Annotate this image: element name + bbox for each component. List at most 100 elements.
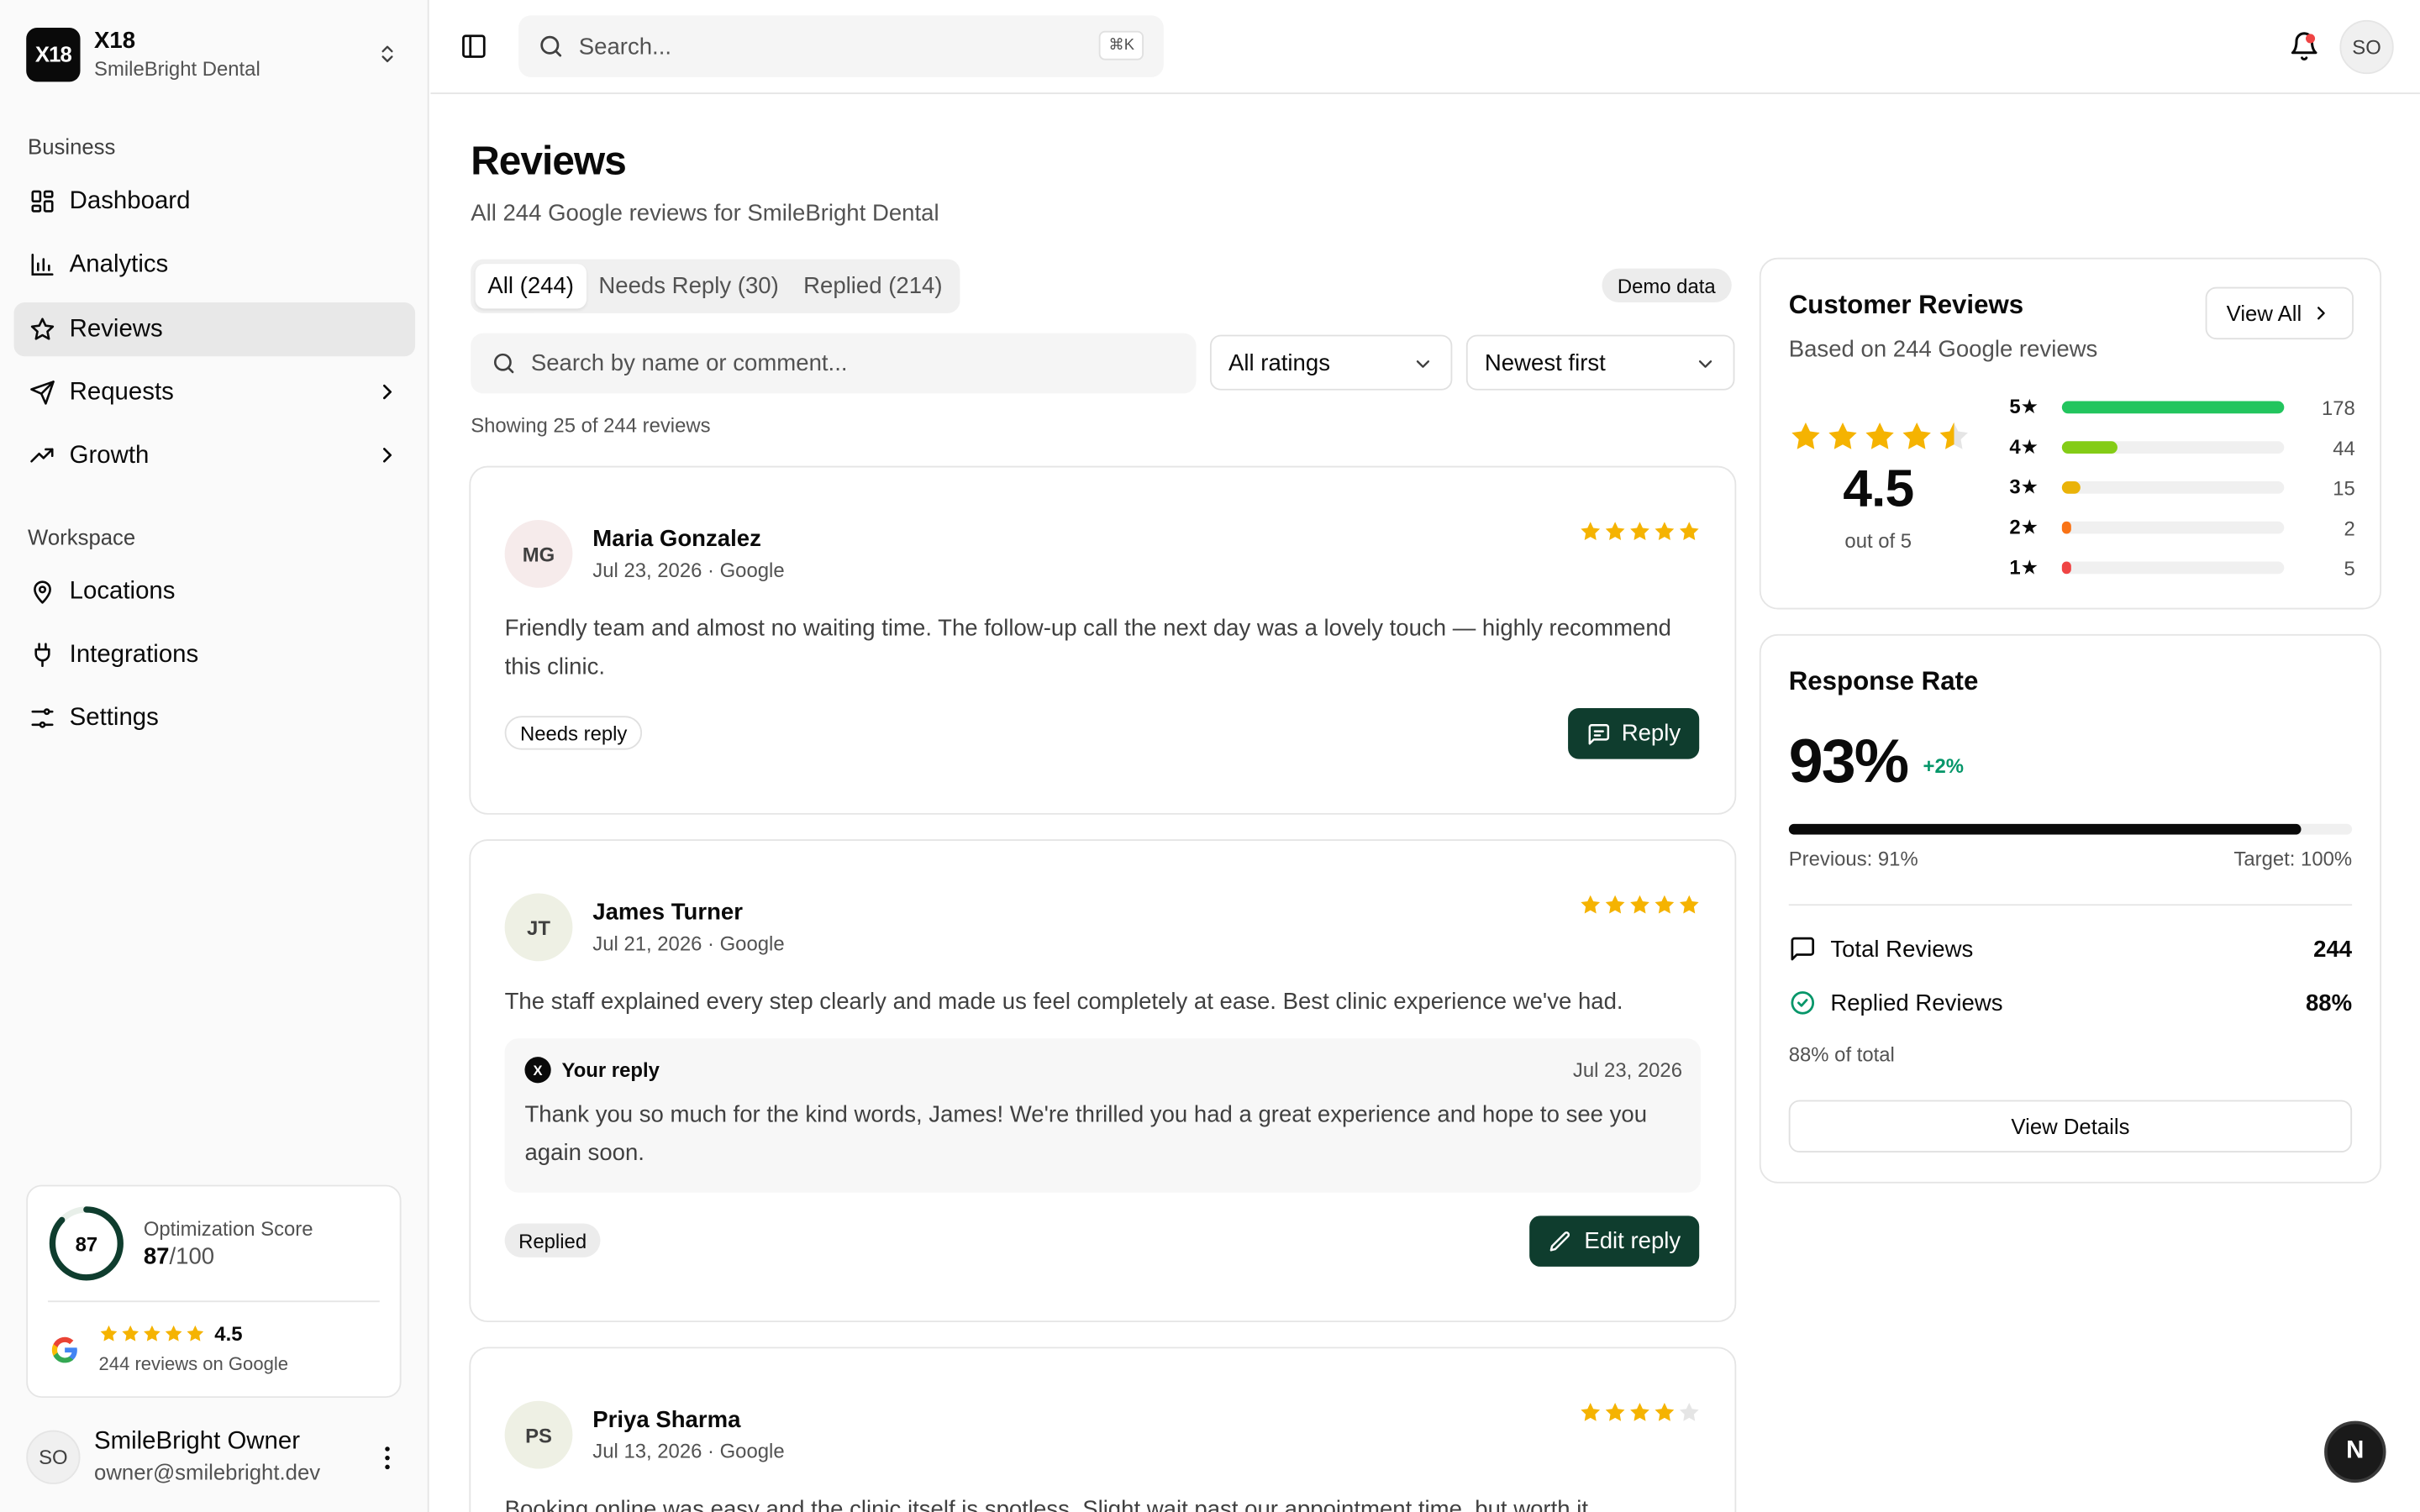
distribution-label: 5★ (2009, 395, 2039, 418)
star-icon (1630, 522, 1649, 540)
sidebar-item-reviews[interactable]: Reviews (13, 302, 416, 357)
sidebar-item-label: Growth (69, 442, 150, 469)
replied-reviews-stat: Replied Reviews 88% (1789, 987, 2352, 1018)
results-count: Showing 25 of 244 reviews (471, 413, 711, 437)
sidebar-item-label: Integrations (69, 641, 199, 668)
search-icon (540, 35, 562, 57)
pencil-icon (1550, 1231, 1570, 1251)
tab-all[interactable]: All (244) (475, 264, 587, 309)
tab-replied[interactable]: Replied (214) (791, 264, 955, 308)
review-text: Booking online was easy and the clinic i… (504, 1496, 1595, 1512)
review-stars (1579, 520, 1701, 543)
review-meta: Jul 21, 2026 · Google (592, 932, 785, 955)
sidebar-item-locations[interactable]: Locations (14, 564, 416, 618)
previous-rate: Previous: 91% (1788, 847, 1918, 870)
star-icon (1791, 422, 1820, 449)
panel-subtitle: Based on 244 Google reviews (1788, 336, 2098, 363)
reviewer-name: Maria Gonzalez (592, 526, 761, 553)
progress-fill (1788, 823, 2302, 835)
rating-distribution-row: 2★ 2 (2009, 515, 2354, 538)
distribution-bar (2061, 441, 2285, 454)
review-search-input[interactable] (530, 349, 1149, 377)
rating-distribution-row: 1★ 5 (2009, 555, 2354, 579)
star-icon (1902, 422, 1931, 449)
sort-select[interactable]: Newest first (1465, 334, 1735, 391)
plug-icon (28, 641, 55, 669)
sidebar-item-growth[interactable]: Growth (14, 429, 416, 483)
sidebar-item-dashboard[interactable]: Dashboard (14, 175, 416, 228)
global-search[interactable]: ⌘K (518, 15, 1164, 77)
distribution-bar (2061, 481, 2285, 494)
distribution-bar-fill (2061, 481, 2081, 494)
sidebar-item-settings[interactable]: Settings (14, 691, 416, 745)
star-icon (122, 1325, 139, 1341)
response-rate-panel: Response Rate 93% +2% Previous: 91% Targ… (1759, 633, 2382, 1184)
tab-needs-reply[interactable]: Needs Reply (30) (587, 264, 792, 308)
star-icon (1679, 1403, 1699, 1421)
global-search-input[interactable] (578, 33, 1073, 60)
reply-label: Your reply (561, 1058, 660, 1082)
target-rate: Target: 100% (2233, 847, 2353, 870)
reply-text: Thank you so much for the kind words, Ja… (524, 1101, 1648, 1167)
response-rate-progress (1788, 823, 2353, 835)
star-icon (1939, 422, 1968, 449)
sidebar-item-integrations[interactable]: Integrations (14, 628, 416, 682)
review-card: PS Priya Sharma Jul 13, 2026 · Google Bo… (469, 1347, 1737, 1512)
divider (47, 1300, 380, 1303)
star-icon (1828, 422, 1857, 449)
map-pin-icon (28, 578, 55, 606)
reply-button[interactable]: Reply (1567, 708, 1700, 759)
sidebar-item-analytics[interactable]: Analytics (14, 238, 416, 291)
sort-value: Newest first (1484, 349, 1606, 376)
review-meta: Jul 13, 2026 · Google (592, 1439, 785, 1463)
sidebar-item-requests[interactable]: Requests (14, 365, 416, 419)
check-circle-icon (1791, 991, 1815, 1015)
business-switcher[interactable]: X18 X18 SmileBright Dental (26, 24, 402, 83)
star-icon (187, 1325, 204, 1341)
review-stars (1579, 1401, 1701, 1425)
notification-dot (2306, 34, 2316, 44)
status-badge: Replied (504, 1223, 601, 1257)
distribution-bar-fill (2061, 521, 2071, 534)
sidebar-item-label: Locations (69, 577, 176, 605)
avatar: MG (504, 519, 573, 588)
star-icon (1679, 522, 1699, 540)
distribution-label: 4★ (2009, 434, 2039, 459)
assistant-button[interactable]: N (2324, 1420, 2386, 1483)
view-all-label: View All (2226, 301, 2302, 326)
score-label: Optimization Score (143, 1217, 313, 1241)
google-review-count: 244 reviews on Google (98, 1352, 289, 1375)
optimization-score-card[interactable]: 87 Optimization Score 87/100 4.5 244 rev… (26, 1184, 402, 1399)
reply-button-label: Reply (1621, 720, 1681, 747)
rating-distribution-row: 5★ 178 (2009, 395, 2354, 418)
bell-icon[interactable] (2289, 31, 2320, 62)
sidebar-toggle-icon[interactable] (460, 33, 487, 60)
user-menu[interactable]: SO SmileBright Owner owner@smilebright.d… (26, 1427, 412, 1488)
sidebar: X18 X18 SmileBright Dental Business Dash… (0, 0, 429, 1512)
view-details-button[interactable]: View Details (1788, 1100, 2353, 1153)
sidebar-item-label: Requests (69, 378, 174, 406)
trending-up-icon (28, 442, 55, 470)
distribution-bar-fill (2061, 401, 2285, 414)
shortcut-hint: ⌘K (1099, 30, 1144, 60)
chevrons-up-down-icon[interactable] (372, 39, 403, 70)
distribution-bar-fill (2061, 561, 2071, 575)
star-icon (1605, 522, 1625, 540)
star-icon (100, 1325, 118, 1341)
star-icon (1630, 895, 1649, 914)
rating-filter-select[interactable]: All ratings (1209, 334, 1453, 391)
view-all-button[interactable]: View All (2205, 286, 2354, 340)
review-card: MG Maria Gonzalez Jul 23, 2026 · Google … (469, 465, 1737, 815)
rating-stars (1789, 420, 1971, 454)
review-search[interactable] (471, 333, 1197, 394)
star-icon (1581, 895, 1601, 914)
more-vertical-icon[interactable] (372, 1442, 403, 1473)
edit-reply-button[interactable]: Edit reply (1530, 1215, 1700, 1267)
avatar[interactable]: SO (2339, 19, 2394, 75)
review-text: The staff explained every step clearly a… (504, 989, 1623, 1016)
star-icon (1865, 422, 1894, 449)
review-tabs: All (244) Needs Reply (30) Replied (214) (471, 259, 960, 313)
star-icon (1679, 895, 1699, 914)
distribution-bar (2061, 521, 2285, 534)
section-label-business: Business (28, 134, 116, 160)
